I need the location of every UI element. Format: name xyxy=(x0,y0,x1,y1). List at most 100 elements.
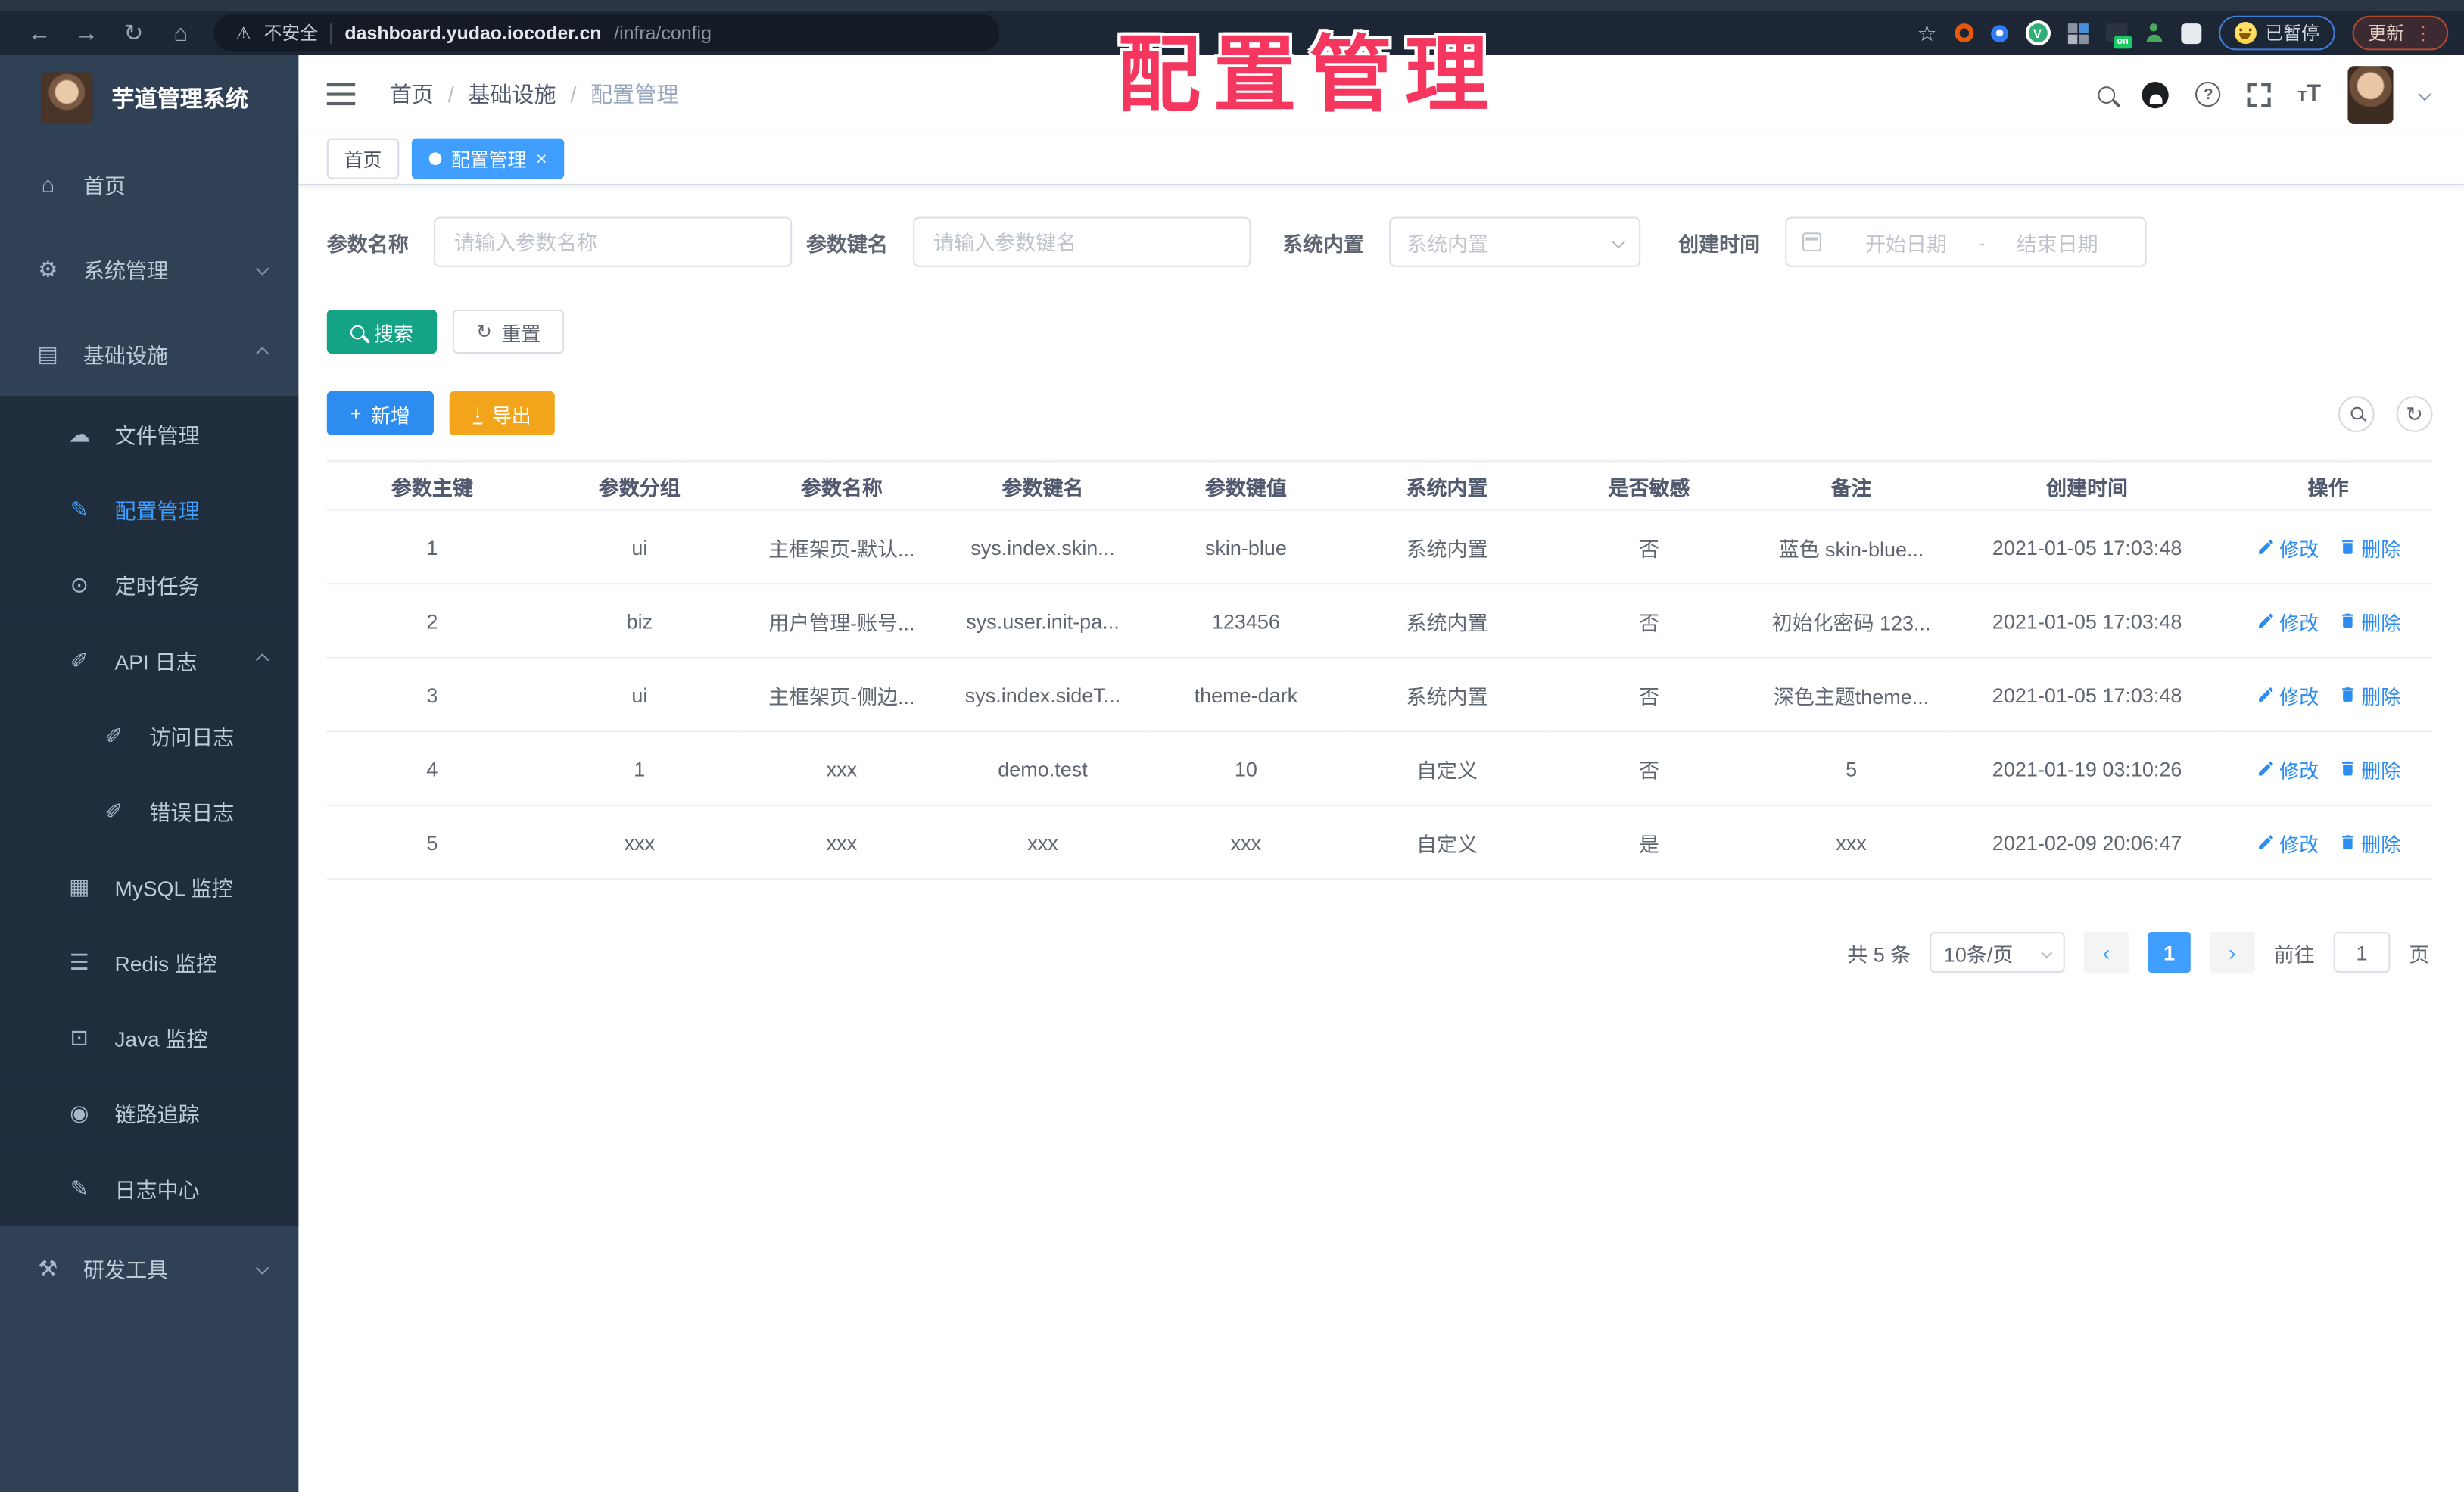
sidebar-logo-row[interactable]: 芋道管理系统 xyxy=(0,55,298,142)
edit-icon xyxy=(2256,759,2275,778)
sidebar-item-home[interactable]: ⌂ 首页 xyxy=(0,142,298,226)
search-button[interactable]: 搜索 xyxy=(326,309,438,354)
export-button[interactable]: ↓ 导出 xyxy=(449,391,555,436)
edit-link[interactable]: 修改 xyxy=(2256,532,2319,562)
puzzle-extension-icon[interactable] xyxy=(2180,23,2201,44)
table-cell: 2021-01-19 03:10:26 xyxy=(1950,731,2224,806)
log-icon: ✐ xyxy=(70,646,89,672)
prev-page-button[interactable]: ‹ xyxy=(2083,932,2129,973)
github-icon[interactable] xyxy=(2142,80,2170,108)
edit-link[interactable]: 修改 xyxy=(2256,827,2319,857)
breadcrumb-infra[interactable]: 基础设施 xyxy=(468,79,556,111)
table-row: 2 biz 用户管理-账号... sys.user.init-pa... 123456 系… xyxy=(326,584,2433,659)
active-dot-icon xyxy=(428,152,442,165)
param-name-input[interactable] xyxy=(433,216,793,267)
screen-on-extension-icon[interactable] xyxy=(2104,23,2132,49)
home-icon: ⌂ xyxy=(41,171,55,197)
sidebar-item-trace[interactable]: ◉ 链路追踪 xyxy=(0,1074,299,1151)
sidebar-item-access-log[interactable]: ✐ 访问日志 xyxy=(0,697,299,774)
delete-link[interactable]: 删除 xyxy=(2338,753,2400,783)
delete-link[interactable]: 删除 xyxy=(2338,606,2400,635)
goto-page-input[interactable] xyxy=(2333,932,2391,973)
sidebar-item-api-log[interactable]: ✐ API 日志 xyxy=(0,622,299,698)
page-size-select[interactable]: 10条/页 xyxy=(1930,932,2065,973)
address-bar[interactable]: ⚠ 不安全 dashboard.yudao.iocoder.cn/infra/c… xyxy=(213,14,1000,52)
sidebar-item-mysql[interactable]: ▦ MySQL 监控 xyxy=(0,848,299,924)
sidebar-item-file[interactable]: ☁ 文件管理 xyxy=(0,396,299,472)
breadcrumb-home[interactable]: 首页 xyxy=(390,79,434,111)
results-table: 参数主键 参数分组 参数名称 参数键名 参数键值 系统内置 是否敏感 备注 创建时间 操作 1 ui… xyxy=(326,460,2433,880)
tab-配置管理[interactable]: 配置管理 × xyxy=(411,138,565,179)
hamburger-icon[interactable] xyxy=(326,83,356,106)
table-cell-actions: 修改 删除 xyxy=(2223,509,2433,585)
filter-buttons-row: 搜索 ↻ 重置 xyxy=(326,309,2433,354)
home-icon[interactable]: ⌂ xyxy=(157,21,204,45)
trash-icon xyxy=(2338,612,2357,631)
sidebar-item-log-center[interactable]: ✎ 日志中心 xyxy=(0,1150,299,1226)
date-start-placeholder: 开始日期 xyxy=(1865,232,1947,256)
edit-link[interactable]: 修改 xyxy=(2256,753,2319,783)
not-secure-icon: ⚠ xyxy=(235,24,251,44)
sidebar-item-label: 定时任务 xyxy=(114,575,200,599)
date-end-placeholder: 结束日期 xyxy=(2016,232,2098,256)
refresh-icon: ↻ xyxy=(2406,401,2423,425)
table-cell: ui xyxy=(537,657,742,733)
sidebar-item-infra[interactable]: ▤ 基础设施 xyxy=(0,311,298,396)
close-icon[interactable]: × xyxy=(536,149,547,168)
delete-link[interactable]: 删除 xyxy=(2338,680,2400,709)
delete-link[interactable]: 删除 xyxy=(2338,827,2400,857)
browser-menu-icon[interactable]: ⋮ xyxy=(2414,22,2433,44)
chart-icon: ▦ xyxy=(69,873,90,899)
date-range-picker[interactable]: 开始日期 - 结束日期 xyxy=(1785,216,2147,267)
trash-icon xyxy=(2338,833,2357,852)
table-row: 5 xxx xxx xxx xxx 自定义是 xxx 2021-02-09 20:06:47 修… xyxy=(326,805,2433,880)
current-page-button[interactable]: 1 xyxy=(2148,932,2191,973)
sidebar-item-label: 系统管理 xyxy=(83,259,169,283)
back-icon[interactable]: ← xyxy=(16,21,63,45)
search-icon[interactable] xyxy=(2098,86,2116,103)
bookmark-star-icon[interactable]: ☆ xyxy=(1917,20,1936,46)
table-cell: 用户管理-账号... xyxy=(741,584,942,659)
edit-link[interactable]: 修改 xyxy=(2256,606,2319,635)
delete-link[interactable]: 删除 xyxy=(2338,532,2400,562)
sidebar-item-label: MySQL 监控 xyxy=(114,877,233,901)
reset-button[interactable]: ↻ 重置 xyxy=(452,309,565,354)
grid-extension-icon[interactable] xyxy=(2067,23,2088,44)
add-button[interactable]: + 新增 xyxy=(326,391,435,436)
browser-update-button[interactable]: 更新 ⋮ xyxy=(2352,15,2449,51)
avatar[interactable] xyxy=(2347,65,2394,123)
toggle-search-button[interactable] xyxy=(2338,395,2375,431)
add-button-label: 新增 xyxy=(370,404,410,427)
stack-icon: ☰ xyxy=(69,948,89,974)
table-cell: 主框架页-侧边... xyxy=(741,657,942,733)
param-key-input[interactable] xyxy=(913,216,1251,267)
orange-ring-extension-icon[interactable] xyxy=(1954,23,1973,43)
reload-icon[interactable]: ↻ xyxy=(110,21,157,45)
table-cell: 4 xyxy=(326,731,537,806)
help-icon[interactable]: ? xyxy=(2195,81,2221,107)
sidebar-item-error-log[interactable]: ✐ 错误日志 xyxy=(0,773,299,849)
chevron-down-icon xyxy=(255,1261,269,1276)
sidebar-item-config[interactable]: ✎ 配置管理 xyxy=(0,471,299,547)
edit-link[interactable]: 修改 xyxy=(2256,680,2319,709)
vue-devtools-extension-icon[interactable]: V xyxy=(2024,20,2050,46)
sidebar-item-java[interactable]: ⊡ Java 监控 xyxy=(0,999,299,1075)
sidebar-item-dev-tools[interactable]: ⚒ 研发工具 xyxy=(0,1226,298,1310)
blue-pin-extension-icon[interactable] xyxy=(1990,24,2008,42)
tab-首页[interactable]: 首页 xyxy=(326,138,400,179)
fullscreen-icon[interactable] xyxy=(2248,82,2272,107)
refresh-table-button[interactable]: ↻ xyxy=(2396,395,2433,431)
sidebar-item-job[interactable]: ⊙ 定时任务 xyxy=(0,547,299,623)
sidebar-item-system[interactable]: ⚙ 系统管理 xyxy=(0,226,298,311)
edit-icon xyxy=(2256,537,2275,556)
sidebar-item-redis[interactable]: ☰ Redis 监控 xyxy=(0,924,299,1000)
delete-link-label: 删除 xyxy=(2361,686,2401,709)
builtin-select[interactable]: 系统内置 xyxy=(1389,216,1641,267)
person-extension-icon[interactable] xyxy=(2145,23,2163,43)
sidebar-item-label: 首页 xyxy=(83,174,126,198)
next-page-button[interactable]: › xyxy=(2209,932,2255,973)
paused-pill-button[interactable]: 已暂停 xyxy=(2218,15,2335,51)
forward-icon[interactable]: → xyxy=(63,21,110,45)
chevron-down-icon[interactable] xyxy=(2418,87,2431,101)
font-size-icon[interactable]: TT xyxy=(2298,82,2321,107)
